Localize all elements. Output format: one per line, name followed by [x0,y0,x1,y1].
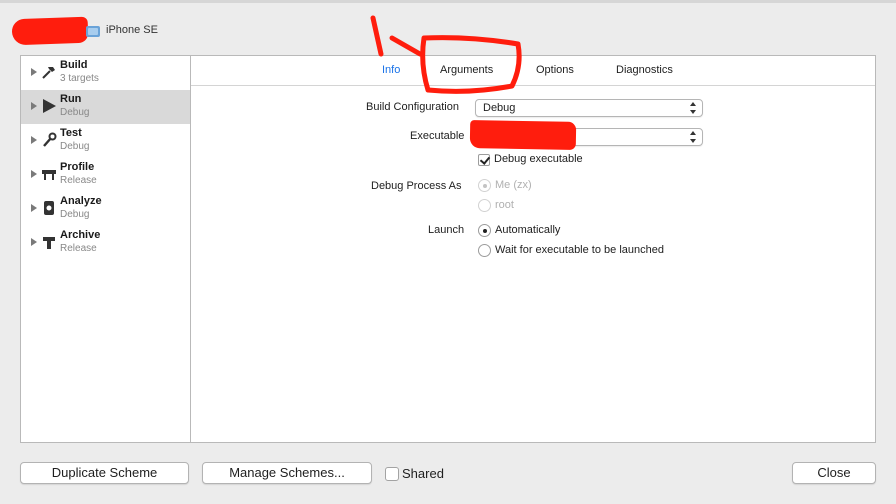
disclosure-triangle-icon[interactable] [31,238,37,246]
manage-schemes-button[interactable]: Manage Schemes... [202,462,372,484]
shared-label[interactable]: Shared [402,466,444,481]
disclosure-triangle-icon[interactable] [31,136,37,144]
launch-automatically-radio[interactable] [478,224,491,237]
tab-arguments[interactable]: Arguments [440,64,493,76]
scheme-actions-sidebar: Build 3 targets Run Debug Test Debug Pro… [20,55,191,443]
debug-as-root-radio [478,199,491,212]
sidebar-item-archive[interactable]: Archive Release [21,226,191,260]
close-button[interactable]: Close [792,462,876,484]
launch-wait-radio[interactable] [478,244,491,257]
sidebar-item-analyze[interactable]: Analyze Debug [21,192,191,226]
sidebar-item-title: Analyze [60,195,102,207]
sidebar-item-title: Run [60,93,82,105]
debug-as-me-radio [478,179,491,192]
sidebar-item-subtitle: 3 targets [60,73,99,84]
build-configuration-value: Debug [483,102,516,114]
tab-options[interactable]: Options [536,64,574,76]
disclosure-triangle-icon[interactable] [31,102,37,110]
debug-executable-checkbox[interactable] [478,154,490,166]
sidebar-item-build[interactable]: Build 3 targets [21,56,191,90]
sidebar-item-subtitle: Debug [60,209,90,220]
sidebar-item-title: Test [60,127,82,139]
sidebar-item-profile[interactable]: Profile Release [21,158,191,192]
popup-arrows-icon [690,131,698,143]
annotation-stroke-right [389,35,423,57]
build-configuration-label: Build Configuration [366,101,459,113]
archive-icon [41,234,57,250]
duplicate-scheme-button[interactable]: Duplicate Scheme [20,462,189,484]
redacted-executable-name [469,120,577,150]
sidebar-item-run[interactable]: Run Debug [21,90,191,124]
debug-as-me-label: Me (zx) [495,179,532,191]
sidebar-item-title: Profile [60,161,95,173]
debug-as-root-label: root [495,199,514,211]
sidebar-item-subtitle: Debug [60,141,90,152]
sidebar-item-subtitle: Release [60,175,97,186]
device-name[interactable]: iPhone SE [106,24,158,36]
gauge-icon [41,166,57,182]
launch-wait-label[interactable]: Wait for executable to be launched [495,244,664,256]
executable-label: Executable [410,130,465,142]
wrench-icon [41,132,57,148]
annotation-stroke-left [370,15,384,57]
debug-executable-label[interactable]: Debug executable [494,153,583,165]
sidebar-item-subtitle: Debug [60,107,90,118]
tab-bar: Info Arguments Options Diagnostics [191,56,875,86]
build-configuration-popup[interactable]: Debug [475,99,703,117]
tab-info[interactable]: Info [382,64,400,76]
device-icon [86,26,100,37]
disclosure-triangle-icon[interactable] [31,204,37,212]
play-icon [41,98,57,114]
sidebar-item-test[interactable]: Test Debug [21,124,191,158]
sidebar-item-title: Build [60,59,88,71]
hammer-icon [41,64,57,80]
disclosure-triangle-icon[interactable] [31,68,37,76]
popup-arrows-icon [690,102,698,114]
redacted-scheme-name [11,16,89,46]
shared-checkbox[interactable] [385,467,399,481]
sidebar-item-subtitle: Release [60,243,97,254]
launch-automatically-label[interactable]: Automatically [495,224,560,236]
analyze-icon [41,200,57,216]
disclosure-triangle-icon[interactable] [31,170,37,178]
tab-diagnostics[interactable]: Diagnostics [616,64,673,76]
sidebar-item-title: Archive [60,229,101,241]
debug-process-as-label: Debug Process As [371,180,462,192]
launch-label: Launch [428,224,465,236]
window-top-edge [0,0,896,3]
